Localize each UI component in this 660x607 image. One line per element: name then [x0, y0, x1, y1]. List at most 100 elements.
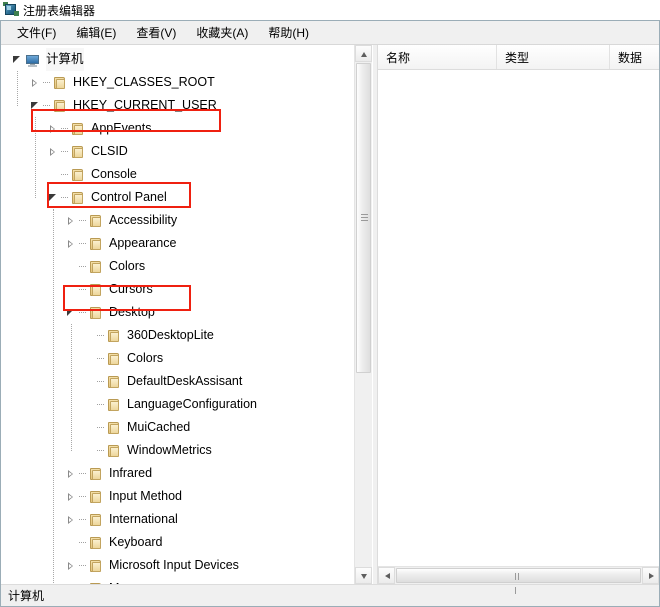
menu-help[interactable]: 帮助(H) [258, 22, 319, 44]
tree-connector-line [79, 485, 88, 508]
folder-icon [52, 75, 68, 91]
tree-node-label: DefaultDeskAssisant [127, 374, 243, 388]
tree-node-label: HKEY_CURRENT_USER [73, 98, 217, 112]
arrow-left-icon [385, 573, 390, 579]
tree-guide-line [53, 209, 54, 584]
tree-node-appevents[interactable]: AppEvents [1, 117, 354, 140]
collapse-triangle-icon[interactable] [45, 186, 61, 209]
collapse-triangle-icon[interactable] [63, 301, 79, 324]
menu-favorites[interactable]: 收藏夹(A) [186, 22, 258, 44]
collapse-triangle-icon[interactable] [9, 48, 25, 71]
expand-triangle-icon[interactable] [45, 117, 61, 140]
tree-connector-line [79, 278, 88, 301]
tree-node-[interactable]: 计算机 [1, 48, 354, 71]
tree-connector-line [43, 71, 52, 94]
tree-node-spacer [63, 278, 79, 301]
tree-node-spacer [63, 255, 79, 278]
arrow-down-icon [361, 574, 367, 579]
values-horizontal-scrollbar[interactable] [378, 566, 659, 594]
tree-node-spacer [63, 531, 79, 554]
tree-connector-line [79, 209, 88, 232]
tree-node-hkey-current-user[interactable]: HKEY_CURRENT_USER [1, 94, 354, 117]
folder-icon [88, 512, 104, 528]
column-header-name[interactable]: 名称 [378, 45, 497, 69]
tree-node-label: HKEY_CLASSES_ROOT [73, 75, 215, 89]
scroll-up-button[interactable] [355, 45, 372, 62]
arrow-right-icon [649, 573, 654, 579]
column-header-type[interactable]: 类型 [497, 45, 610, 69]
folder-icon [88, 558, 104, 574]
horizontal-scroll-thumb[interactable] [396, 568, 641, 594]
menu-view[interactable]: 查看(V) [126, 22, 186, 44]
window-title: 注册表编辑器 [23, 3, 96, 18]
expand-triangle-icon[interactable] [63, 508, 79, 531]
tree-connector-line [79, 554, 88, 577]
tree-guide-line [35, 117, 36, 198]
folder-icon [88, 213, 104, 229]
tree-scroll-area: 计算机 HKEY_CLASSES_ROOT HKEY_CURRENT_USER App… [1, 45, 354, 584]
scroll-left-button[interactable] [378, 567, 395, 584]
menu-edit[interactable]: 编辑(E) [66, 22, 126, 44]
collapse-triangle-icon[interactable] [27, 94, 43, 117]
expand-triangle-icon[interactable] [63, 462, 79, 485]
tree-node-spacer [81, 439, 97, 462]
folder-icon [88, 535, 104, 551]
scroll-grip-icon [361, 214, 368, 221]
vertical-scroll-thumb[interactable] [356, 63, 371, 373]
tree-node-label: Infrared [109, 466, 153, 480]
tree-connector-line [97, 347, 106, 370]
tree-node-console[interactable]: Console [1, 163, 354, 186]
tree-connector-line [79, 531, 88, 554]
tree-node-label: Console [91, 167, 137, 181]
scroll-right-button[interactable] [642, 567, 659, 584]
folder-icon [88, 282, 104, 298]
tree-node-hkey-classes-root[interactable]: HKEY_CLASSES_ROOT [1, 71, 354, 94]
tree-connector-line [43, 94, 52, 117]
tree-connector-line [79, 255, 88, 278]
folder-icon [70, 121, 86, 137]
expand-triangle-icon[interactable] [45, 140, 61, 163]
expand-triangle-icon[interactable] [63, 232, 79, 255]
registry-tree-pane: 计算机 HKEY_CLASSES_ROOT HKEY_CURRENT_USER App… [1, 45, 373, 584]
tree-connector-line [97, 439, 106, 462]
tree-connector-line [61, 163, 70, 186]
tree-connector-line [97, 324, 106, 347]
tree-connector-line [61, 117, 70, 140]
scroll-down-button[interactable] [355, 567, 372, 584]
values-list-body[interactable] [378, 70, 659, 566]
folder-icon [106, 443, 122, 459]
tree-node-label: Control Panel [91, 190, 167, 204]
folder-icon [88, 581, 104, 584]
folder-icon [88, 259, 104, 275]
tree-connector-line [61, 186, 70, 209]
tree-node-label: MuiCached [127, 420, 191, 434]
column-header-data[interactable]: 数据 [610, 45, 659, 69]
tree-node-clsid[interactable]: CLSID [1, 140, 354, 163]
expand-triangle-icon[interactable] [63, 485, 79, 508]
folder-icon [88, 236, 104, 252]
tree-node-spacer [63, 577, 79, 584]
tree-node-spacer [45, 163, 61, 186]
tree-node-spacer [81, 416, 97, 439]
folder-icon [106, 328, 122, 344]
tree-vertical-scrollbar[interactable] [354, 45, 372, 584]
tree-node-label: Colors [127, 351, 164, 365]
status-bar: 计算机 [1, 584, 659, 606]
values-column-header: 名称 类型 数据 [378, 45, 659, 70]
expand-triangle-icon[interactable] [27, 71, 43, 94]
computer-icon [25, 52, 41, 68]
registry-editor-icon [3, 2, 19, 18]
folder-icon [106, 397, 122, 413]
tree-node-label: Desktop [109, 305, 155, 319]
menu-bar: 文件(F) 编辑(E) 查看(V) 收藏夹(A) 帮助(H) [1, 21, 659, 45]
status-text: 计算机 [8, 589, 45, 603]
expand-triangle-icon[interactable] [63, 554, 79, 577]
tree-node-control-panel[interactable]: Control Panel [1, 186, 354, 209]
tree-connector-line [79, 462, 88, 485]
tree-node-label: 360DesktopLite [127, 328, 214, 342]
tree-node-label: AppEvents [91, 121, 152, 135]
expand-triangle-icon[interactable] [63, 209, 79, 232]
menu-file[interactable]: 文件(F) [7, 22, 66, 44]
tree-connector-line [97, 416, 106, 439]
tree-node-label: Mouse [109, 577, 147, 584]
